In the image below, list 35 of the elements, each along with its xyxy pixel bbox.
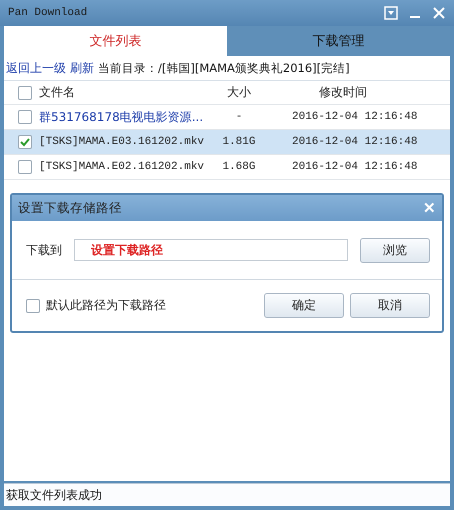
dropdown-icon[interactable] (384, 6, 398, 20)
dialog-button[interactable]: 确定 (264, 293, 344, 318)
tab[interactable]: 文件列表 (4, 26, 227, 56)
field-label: 下载到 (26, 242, 62, 258)
path-field[interactable]: 设置下载路径 (74, 239, 348, 261)
file-name: 群531768178电视电影资源... (39, 108, 204, 126)
status-text: 获取文件列表成功 (6, 486, 102, 504)
file-name: [TSKS]MAMA.E02.161202.mkv (39, 161, 204, 173)
back-link[interactable]: 返回上一级 (6, 60, 66, 76)
modified-time: 2016-12-04 12:16:48 (292, 136, 418, 148)
current-directory: 当前目录：/[韩国][MAMA颁奖典礼2016][完结] (98, 60, 350, 76)
window-title: Pan Download (8, 7, 88, 19)
file-row[interactable]: [TSKS]MAMA.E02.161202.mkv 1.68G 2016-12-04 12:16:48 (4, 155, 450, 180)
select-all-checkbox[interactable] (18, 86, 32, 100)
dialog-title: 设置下载存储路径 (18, 200, 122, 216)
row-checkbox[interactable] (18, 110, 32, 124)
modified-time: 2016-12-04 12:16:48 (292, 161, 418, 173)
row-checkbox[interactable] (18, 135, 32, 149)
file-size: 1.81G (222, 136, 256, 148)
column-header[interactable]: 大小 (227, 85, 251, 99)
file-row[interactable]: [TSKS]MAMA.E03.161202.mkv 1.81G 2016-12-04 12:16:48 (4, 130, 450, 155)
file-size: - (236, 111, 242, 123)
file-size: 1.68G (222, 161, 256, 173)
checkbox[interactable] (26, 298, 40, 312)
column-header[interactable]: 修改时间 (319, 85, 367, 99)
close-icon[interactable] (432, 6, 446, 20)
checkbox-label: 默认此路径为下载路径 (46, 297, 167, 314)
modified-time: 2016-12-04 12:16:48 (292, 111, 418, 123)
dialog-button[interactable]: 取消 (350, 293, 430, 318)
refresh-link[interactable]: 刷新 (70, 60, 94, 76)
browse-button[interactable]: 浏览 (360, 238, 430, 262)
row-checkbox[interactable] (18, 160, 32, 174)
column-header[interactable]: 文件名 (39, 84, 75, 101)
tab[interactable]: 下载管理 (227, 26, 450, 56)
file-name: [TSKS]MAMA.E03.161202.mkv (39, 136, 204, 148)
